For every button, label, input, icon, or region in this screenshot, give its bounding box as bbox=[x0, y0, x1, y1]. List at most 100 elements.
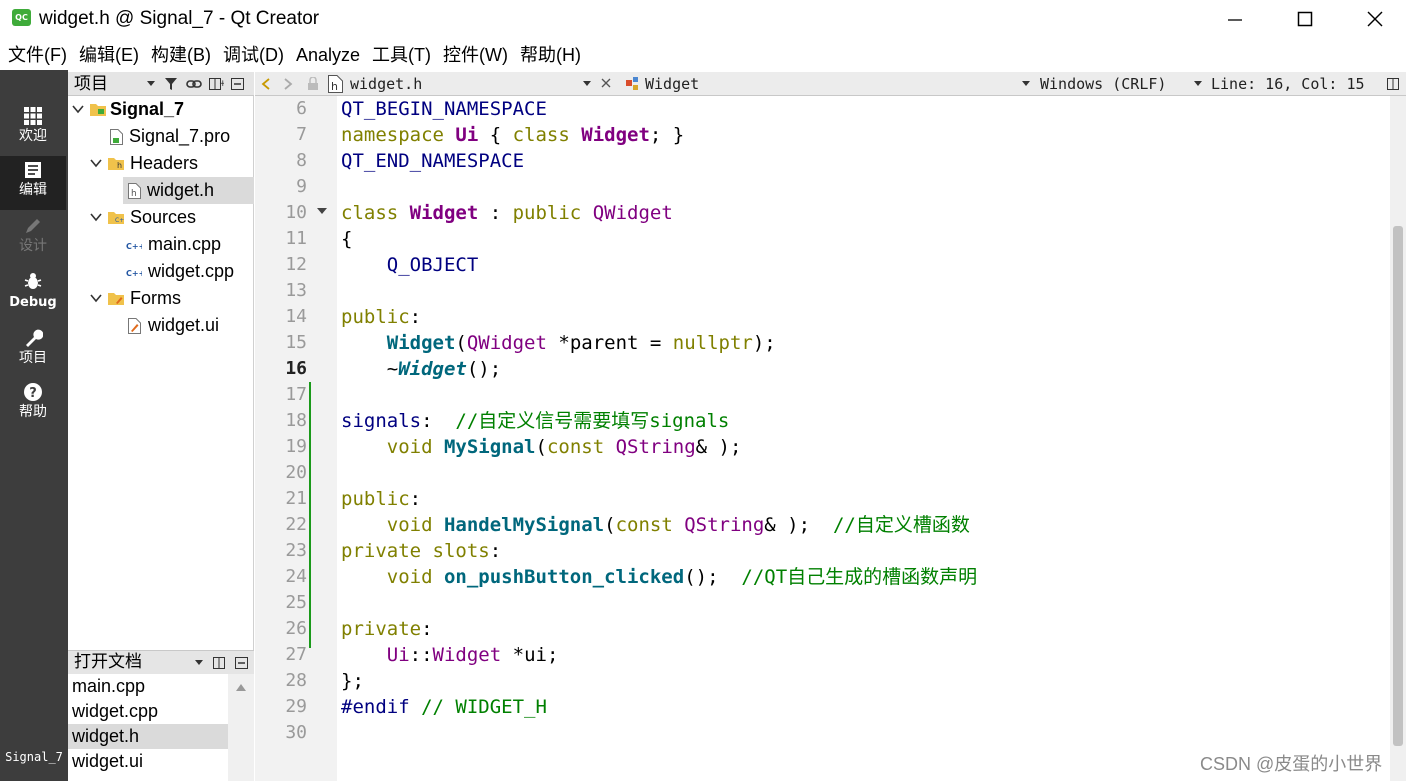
tree-label: Headers bbox=[130, 153, 199, 173]
mode-edit[interactable]: 编辑 bbox=[0, 156, 66, 210]
mode-projects[interactable]: 项目 bbox=[0, 324, 66, 378]
code-token: ( bbox=[604, 514, 616, 536]
scrollbar-thumb[interactable] bbox=[1393, 226, 1403, 746]
tree-label: Signal_7.pro bbox=[129, 126, 231, 146]
chevron-down-icon[interactable] bbox=[90, 293, 102, 303]
menu-controls[interactable]: 控件(W) bbox=[437, 40, 514, 70]
mode-welcome[interactable]: 欢迎 bbox=[0, 102, 66, 156]
code-token: on_pushButton_clicked bbox=[443, 566, 685, 588]
line-number: 21 bbox=[285, 488, 307, 509]
scroll-up-icon[interactable] bbox=[235, 682, 247, 692]
maximize-button[interactable] bbox=[1270, 0, 1340, 38]
cpp-file-icon: C++ bbox=[126, 242, 142, 251]
link-icon[interactable] bbox=[186, 76, 202, 92]
tree-item-headers[interactable]: h Headers bbox=[68, 150, 254, 177]
chevron-down-icon[interactable] bbox=[90, 158, 102, 168]
code-line: private: bbox=[341, 616, 433, 642]
code-token: #endif bbox=[341, 696, 422, 718]
code-token: void bbox=[386, 514, 444, 536]
current-file-selector[interactable]: widget.h bbox=[350, 74, 422, 94]
open-document-item[interactable]: widget.ui bbox=[68, 749, 228, 774]
back-arrow-icon[interactable] bbox=[261, 78, 271, 90]
tree-label: Sources bbox=[130, 207, 197, 227]
file-dropdown-icon[interactable] bbox=[582, 80, 592, 88]
tree-item-sources[interactable]: C+ Sources bbox=[68, 204, 254, 231]
line-number: 26 bbox=[285, 618, 307, 639]
filter-icon[interactable] bbox=[164, 76, 180, 92]
code-token: Widget bbox=[432, 644, 502, 666]
open-documents-scrollbar[interactable] bbox=[228, 674, 254, 781]
tree-item-main-cpp[interactable]: C++ main.cpp bbox=[68, 231, 254, 258]
code-token: : bbox=[478, 202, 513, 224]
menu-edit[interactable]: 编辑(E) bbox=[73, 40, 145, 70]
open-documents-header: 打开文档 bbox=[68, 650, 254, 674]
menu-help[interactable]: 帮助(H) bbox=[514, 40, 587, 70]
code-token: //自定义槽函数 bbox=[832, 514, 970, 536]
chevron-down-icon[interactable] bbox=[90, 212, 102, 222]
split-icon[interactable]: + bbox=[208, 76, 224, 92]
mode-debug-label: Debug bbox=[9, 295, 57, 310]
forward-arrow-icon[interactable] bbox=[283, 78, 293, 90]
code-line: }; bbox=[341, 668, 364, 694]
edit-document-icon bbox=[25, 162, 41, 178]
view-dropdown-icon[interactable] bbox=[146, 80, 156, 88]
mode-design[interactable]: 设计 bbox=[0, 212, 66, 266]
code-token: : bbox=[489, 540, 502, 562]
symbol-selector[interactable]: Widget bbox=[645, 74, 699, 94]
code-token: public bbox=[341, 488, 410, 510]
tree-item-project[interactable]: Signal_7 bbox=[68, 96, 254, 123]
symbol-dropdown-icon[interactable] bbox=[1021, 80, 1031, 88]
code-token: }; bbox=[341, 670, 364, 692]
code-token: QString bbox=[684, 514, 765, 536]
menu-build[interactable]: 构建(B) bbox=[145, 40, 217, 70]
minimize-button[interactable] bbox=[1200, 0, 1270, 38]
chevron-down-icon[interactable] bbox=[72, 104, 84, 114]
menu-debug[interactable]: 调试(D) bbox=[217, 40, 290, 70]
tree-item-forms[interactable]: Forms bbox=[68, 285, 254, 312]
line-number: 14 bbox=[285, 306, 307, 327]
mode-help[interactable]: ? 帮助 bbox=[0, 378, 66, 432]
fold-arrow-icon[interactable] bbox=[316, 207, 328, 217]
line-number: 17 bbox=[285, 384, 307, 405]
code-token: Widget bbox=[398, 358, 467, 380]
window-title: widget.h @ Signal_7 - Qt Creator bbox=[39, 8, 320, 29]
menu-analyze[interactable]: Analyze bbox=[290, 40, 366, 70]
menu-tools[interactable]: 工具(T) bbox=[366, 40, 437, 70]
mode-projects-label: 项目 bbox=[19, 350, 47, 366]
close-panel-icon[interactable] bbox=[234, 655, 250, 671]
tree-item-widget-cpp[interactable]: C++ widget.cpp bbox=[68, 258, 254, 285]
code-editor[interactable]: QT_BEGIN_NAMESPACE namespace Ui { class W… bbox=[337, 96, 1390, 781]
mode-debug[interactable]: Debug bbox=[0, 268, 66, 322]
line-ending-selector[interactable]: Windows (CRLF) bbox=[1040, 74, 1166, 94]
tree-item-pro-file[interactable]: Signal_7.pro bbox=[68, 123, 254, 150]
close-panel-icon[interactable] bbox=[230, 76, 246, 92]
menu-file[interactable]: 文件(F) bbox=[2, 40, 73, 70]
open-document-item[interactable]: widget.cpp bbox=[68, 699, 228, 724]
code-token: (); bbox=[466, 358, 502, 380]
code-token: class bbox=[512, 124, 582, 146]
split-icon[interactable] bbox=[212, 655, 228, 671]
code-token: class bbox=[341, 202, 410, 224]
code-line: void HandelMySignal(const QString& ); //… bbox=[341, 512, 970, 538]
line-ending-dropdown-icon[interactable] bbox=[1193, 80, 1203, 88]
view-dropdown-icon[interactable] bbox=[194, 659, 204, 667]
split-editor-icon[interactable] bbox=[1386, 76, 1402, 92]
code-token: QWidget bbox=[466, 332, 547, 354]
close-button[interactable] bbox=[1340, 0, 1406, 38]
open-document-item[interactable]: main.cpp bbox=[68, 674, 228, 699]
open-document-item[interactable]: widget.h bbox=[68, 724, 228, 749]
code-token: Widget bbox=[386, 332, 456, 354]
current-project-selector[interactable]: Signal_7 bbox=[0, 750, 68, 764]
code-token: *ui; bbox=[501, 644, 559, 666]
folder-icon: h bbox=[108, 158, 124, 170]
cursor-position[interactable]: Line: 16, Col: 15 bbox=[1211, 74, 1365, 94]
code-token: HandelMySignal bbox=[443, 514, 605, 536]
tree-item-widget-ui[interactable]: widget.ui bbox=[68, 312, 254, 339]
tree-item-widget-h[interactable]: h widget.h bbox=[123, 177, 254, 204]
close-document-icon[interactable] bbox=[600, 77, 612, 89]
mode-design-label: 设计 bbox=[19, 238, 47, 254]
watermark: CSDN @皮蛋的小世界 bbox=[1200, 754, 1383, 774]
code-line: { bbox=[341, 226, 352, 252]
